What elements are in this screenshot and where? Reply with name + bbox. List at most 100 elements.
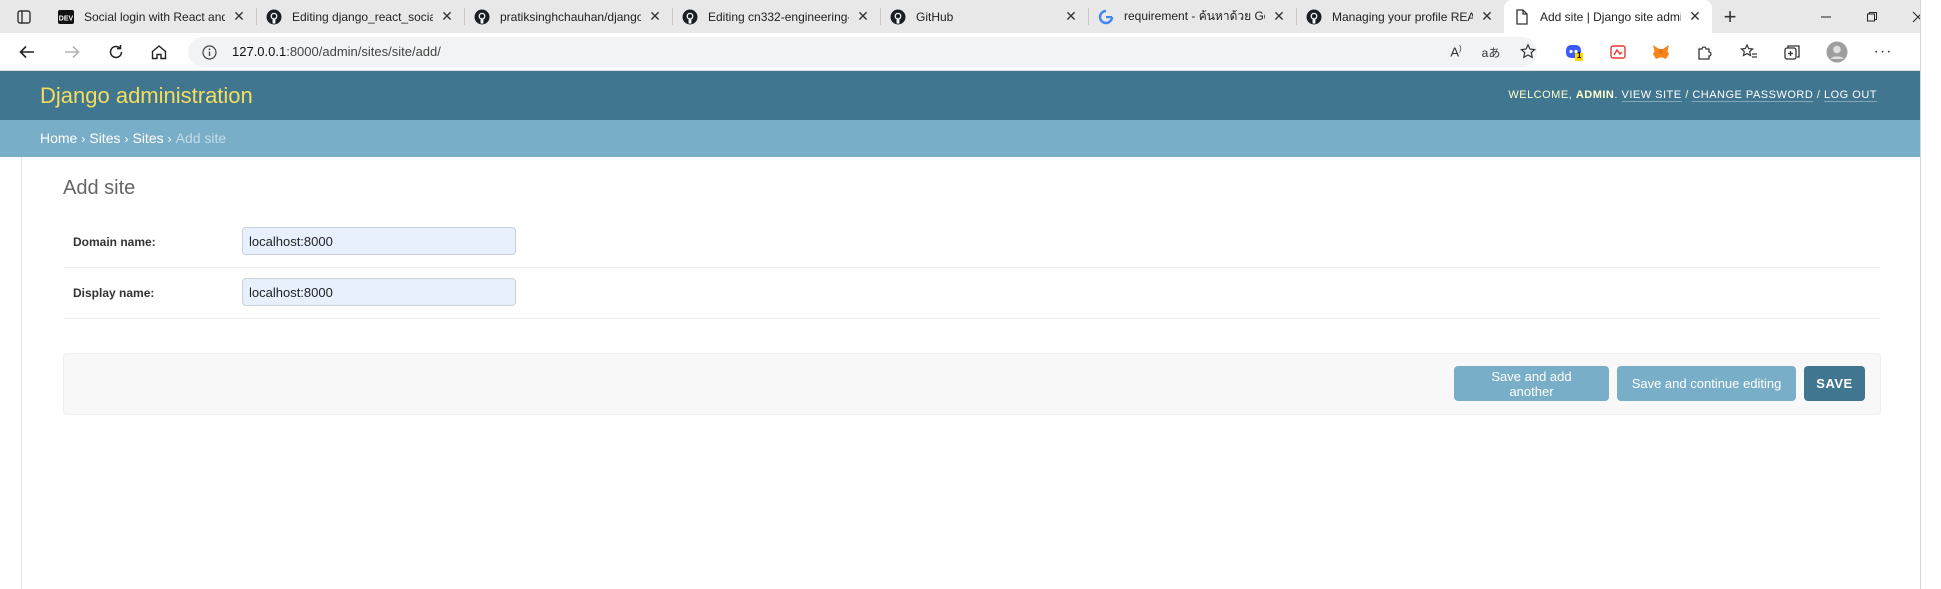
window-edge (1920, 0, 1941, 589)
view-site-link[interactable]: View site (1621, 89, 1682, 102)
close-icon[interactable]: ✕ (1687, 8, 1703, 25)
favorite-button[interactable] (1516, 40, 1540, 64)
admin-header: Django administration Welcome, admin. Vi… (0, 71, 1921, 120)
profile-button[interactable] (1825, 40, 1849, 64)
page-title: Add site (63, 177, 136, 199)
url-text[interactable]: 127.0.0.1:8000/admin/sites/site/add/ (232, 44, 441, 59)
github-icon (890, 9, 906, 25)
save-and-add-another-button[interactable]: Save and add another (1454, 366, 1609, 401)
back-button[interactable] (13, 38, 41, 66)
tab-title: Editing django_react_social_login (292, 9, 433, 24)
display-name-input[interactable] (242, 278, 516, 306)
form-row-domain: Domain name: (63, 217, 1881, 268)
user-tools-separator: / (1816, 89, 1821, 101)
restore-button[interactable] (1849, 0, 1895, 33)
translate-button[interactable]: aあ (1479, 40, 1503, 64)
collections-icon (1784, 45, 1800, 60)
save-button[interactable]: SAVE (1804, 366, 1865, 401)
refresh-icon (109, 45, 123, 59)
info-icon[interactable] (202, 45, 217, 60)
browser-tab[interactable]: requirement - ค้นหาด้วย Google ✕ (1088, 0, 1296, 33)
username: admin (1575, 89, 1615, 101)
close-icon[interactable]: ✕ (855, 8, 871, 25)
github-icon (682, 9, 698, 25)
tab-title: requirement - ค้นหาด้วย Google (1124, 9, 1265, 23)
browser-tab-active[interactable]: Add site | Django site admin ✕ (1504, 0, 1712, 33)
metamask-button[interactable] (1649, 40, 1673, 64)
github-icon (1306, 9, 1322, 25)
close-icon[interactable]: ✕ (1063, 8, 1079, 25)
breadcrumb-home-link[interactable]: Home (40, 130, 77, 146)
close-icon[interactable]: ✕ (231, 8, 247, 25)
tab-title: pratiksinghchauhan/django-react (500, 9, 641, 24)
tab-title: Social login with React and Django (84, 9, 225, 24)
forward-button[interactable] (58, 38, 86, 66)
url-path: :8000/admin/sites/site/add/ (286, 44, 441, 59)
display-name-label: Display name: (73, 286, 155, 300)
domain-name-input[interactable] (242, 227, 516, 255)
welcome-text: Welcome, (1508, 89, 1573, 101)
tab-title: Editing cn332-engineering-project (708, 9, 849, 24)
breadcrumb-separator: › (167, 132, 172, 146)
read-aloud-icon: A) (1450, 44, 1462, 60)
breadcrumb-current: Add site (175, 130, 227, 146)
favorites-button[interactable] (1737, 40, 1761, 64)
save-and-continue-button[interactable]: Save and continue editing (1617, 366, 1796, 401)
collections-button[interactable] (1780, 40, 1804, 64)
close-icon[interactable]: ✕ (647, 8, 663, 25)
arrow-left-icon (19, 45, 34, 59)
browser-tab[interactable]: DEV Social login with React and Django ✕ (48, 0, 256, 33)
domain-name-label: Domain name: (73, 235, 156, 249)
log-out-link[interactable]: Log out (1823, 89, 1877, 102)
browser-tab[interactable]: Managing your profile README ✕ (1296, 0, 1504, 33)
github-icon (266, 9, 282, 25)
extension-badge: 1 (1577, 51, 1582, 60)
page-icon (1514, 8, 1530, 25)
extensions-button[interactable] (1693, 40, 1717, 64)
minimize-icon (1821, 16, 1831, 17)
refresh-button[interactable] (102, 38, 130, 66)
dev-icon: DEV (58, 9, 74, 25)
breadcrumb-separator: › (124, 132, 129, 146)
close-icon[interactable]: ✕ (1271, 8, 1287, 25)
tab-actions-icon (17, 9, 31, 24)
browser-toolbar: 127.0.0.1:8000/admin/sites/site/add/ A) … (0, 33, 1941, 71)
tab-actions-button[interactable] (0, 0, 48, 33)
settings-menu-button[interactable]: ··· (1871, 40, 1895, 64)
close-icon[interactable]: ✕ (1479, 8, 1495, 25)
plus-icon: + (1723, 3, 1737, 29)
submit-row: Save and add another Save and continue e… (63, 353, 1881, 415)
browser-tab[interactable]: GitHub ✕ (880, 0, 1088, 33)
tab-title: Add site | Django site admin (1540, 9, 1681, 24)
favorites-icon (1740, 43, 1757, 58)
tab-title: Managing your profile README (1332, 9, 1473, 24)
puzzle-icon (1698, 46, 1712, 60)
google-icon (1098, 9, 1114, 25)
admin-page: Django administration Welcome, admin. Vi… (0, 71, 1921, 589)
close-icon[interactable]: ✕ (439, 8, 455, 25)
browser-tab-bar: DEV Social login with React and Django ✕… (0, 0, 1941, 33)
browser-tab[interactable]: Editing cn332-engineering-project ✕ (672, 0, 880, 33)
breadcrumb-app-link[interactable]: Sites (89, 130, 120, 146)
new-tab-button[interactable]: + (1712, 0, 1748, 33)
user-tools: Welcome, admin. View site / Change passw… (1508, 89, 1877, 102)
avatar-icon (1826, 41, 1848, 63)
change-password-link[interactable]: Change password (1692, 89, 1814, 102)
browser-tab[interactable]: pratiksinghchauhan/django-react ✕ (464, 0, 672, 33)
browser-tab[interactable]: Editing django_react_social_login ✕ (256, 0, 464, 33)
url-host: 127.0.0.1 (232, 44, 287, 59)
minimize-button[interactable] (1803, 0, 1849, 33)
read-aloud-button[interactable]: A) (1444, 40, 1468, 64)
breadcrumb: Home › Sites › Sites › Add site (0, 120, 1921, 157)
extension-copilot-button[interactable]: 1 (1562, 40, 1586, 64)
user-tools-separator: / (1685, 89, 1689, 101)
tab-title: GitHub (916, 9, 954, 24)
more-horizontal-icon: ··· (1873, 43, 1893, 60)
form-row-display: Display name: (63, 268, 1881, 319)
breadcrumb-model-link[interactable]: Sites (132, 130, 163, 146)
site-branding[interactable]: Django administration (40, 83, 253, 109)
home-button[interactable] (145, 38, 173, 66)
extension-button[interactable] (1606, 40, 1630, 64)
metamask-fox-icon (1653, 45, 1669, 59)
svg-text:DEV: DEV (59, 15, 74, 22)
